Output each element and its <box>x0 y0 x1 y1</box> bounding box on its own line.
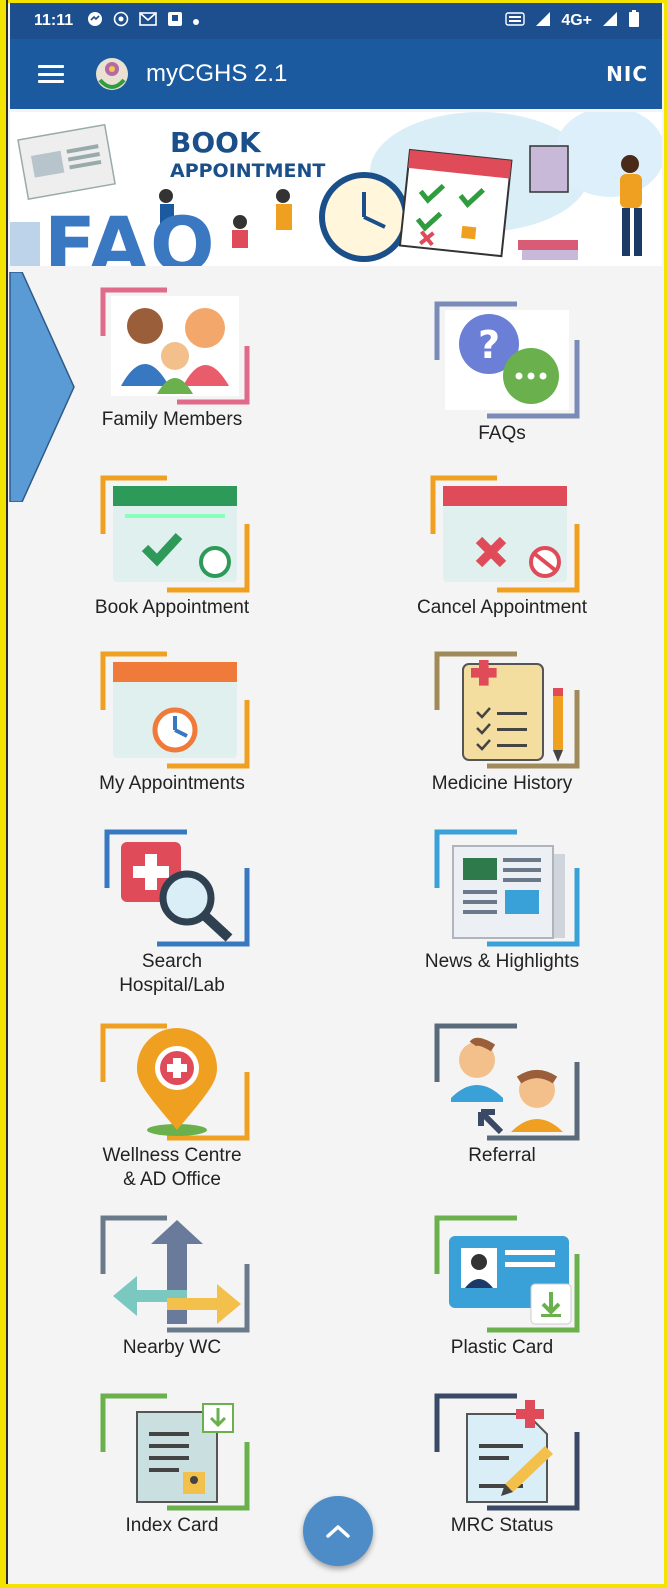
frame-left <box>0 0 8 1588</box>
index-card-icon <box>97 1392 250 1511</box>
calendar-check-icon <box>97 474 250 593</box>
tile-label: Cancel Appointment <box>416 597 588 618</box>
tile-label: Search Hospital/Lab <box>119 951 225 996</box>
tile-plastic-card[interactable]: Plastic Card <box>372 1214 632 1360</box>
dot-icon <box>193 12 200 30</box>
tile-faqs[interactable]: ? FAQs <box>372 300 632 446</box>
banner-title-book: BOOK <box>170 126 261 159</box>
tile-family-members[interactable]: Family Members <box>42 286 302 432</box>
tile-mrc-status[interactable]: MRC Status <box>372 1392 632 1538</box>
tile-label: Plastic Card <box>450 1337 554 1358</box>
calendar-cancel-icon <box>427 474 580 593</box>
newspaper-icon <box>427 828 580 947</box>
status-bar: 11:11 4G+ <box>10 3 662 39</box>
tile-news-highlights[interactable]: News & Highlights <box>372 828 632 974</box>
tile-label: My Appointments <box>99 773 245 794</box>
mrc-document-icon <box>427 1392 580 1511</box>
notification-icons <box>87 11 200 32</box>
tile-label: FAQs <box>478 423 526 444</box>
tile-label: News & Highlights <box>424 951 580 972</box>
messenger-icon <box>87 11 103 32</box>
tile-label: Wellness Centre & AD Office <box>102 1145 242 1190</box>
battery-icon <box>628 9 640 33</box>
status-time: 11:11 <box>34 12 74 29</box>
tile-label: Medicine History <box>431 773 573 794</box>
clipboard-pencil-icon <box>427 650 580 769</box>
tile-label: Family Members <box>101 409 243 430</box>
svg-text:?: ? <box>478 323 500 367</box>
volte-icon <box>505 11 526 32</box>
signal-2-icon <box>602 11 618 32</box>
tile-label: Book Appointment <box>94 597 250 618</box>
faq-chat-icon: ? <box>427 300 580 419</box>
tile-index-card[interactable]: Index Card <box>42 1392 302 1538</box>
tile-nearby-wc[interactable]: Nearby WC <box>42 1214 302 1360</box>
banner-faq-text: FAQ <box>44 200 217 266</box>
network-type: 4G+ <box>561 12 592 29</box>
gmail-icon <box>139 11 157 31</box>
app-title: myCGHS 2.1 <box>146 60 288 87</box>
tile-book-appointment[interactable]: Book Appointment <box>42 474 302 620</box>
app-notification-icon <box>167 11 183 32</box>
tile-label: Referral <box>468 1145 536 1166</box>
directions-icon <box>97 1214 250 1333</box>
tile-cancel-appointment[interactable]: Cancel Appointment <box>372 474 632 620</box>
frame-bottom <box>0 1584 667 1588</box>
nic-logo: NIC <box>606 62 648 86</box>
status-right: 4G+ <box>505 9 640 33</box>
tile-label: Nearby WC <box>122 1337 222 1358</box>
tile-my-appointments[interactable]: My Appointments <box>42 650 302 796</box>
tile-label: MRC Status <box>450 1515 554 1536</box>
app-bar: myCGHS 2.1 NIC <box>10 39 662 109</box>
whatsapp-icon <box>113 11 129 32</box>
search-hospital-icon <box>97 828 250 947</box>
location-pin-icon <box>97 1022 250 1141</box>
calendar-clock-icon <box>97 650 250 769</box>
scroll-to-top-button[interactable] <box>303 1496 373 1566</box>
referral-icon <box>427 1022 580 1141</box>
banner-title-appointment: APPOINTMENT <box>170 160 326 182</box>
signal-icon <box>535 11 551 32</box>
tile-label: Index Card <box>125 1515 219 1536</box>
cghs-logo <box>92 54 132 94</box>
tile-referral[interactable]: Referral <box>372 1022 632 1168</box>
id-card-icon <box>427 1214 580 1333</box>
tile-medicine-history[interactable]: Medicine History <box>372 650 632 796</box>
chevron-up-icon <box>326 1525 350 1538</box>
tile-search-hospital[interactable]: Search Hospital/Lab <box>42 828 302 998</box>
family-icon <box>97 286 250 405</box>
hamburger-menu-icon[interactable] <box>38 65 64 83</box>
faq-banner[interactable]: BOOK APPOINTMENT FAQ <box>10 112 662 266</box>
tile-wellness-centre[interactable]: Wellness Centre & AD Office <box>42 1022 302 1192</box>
